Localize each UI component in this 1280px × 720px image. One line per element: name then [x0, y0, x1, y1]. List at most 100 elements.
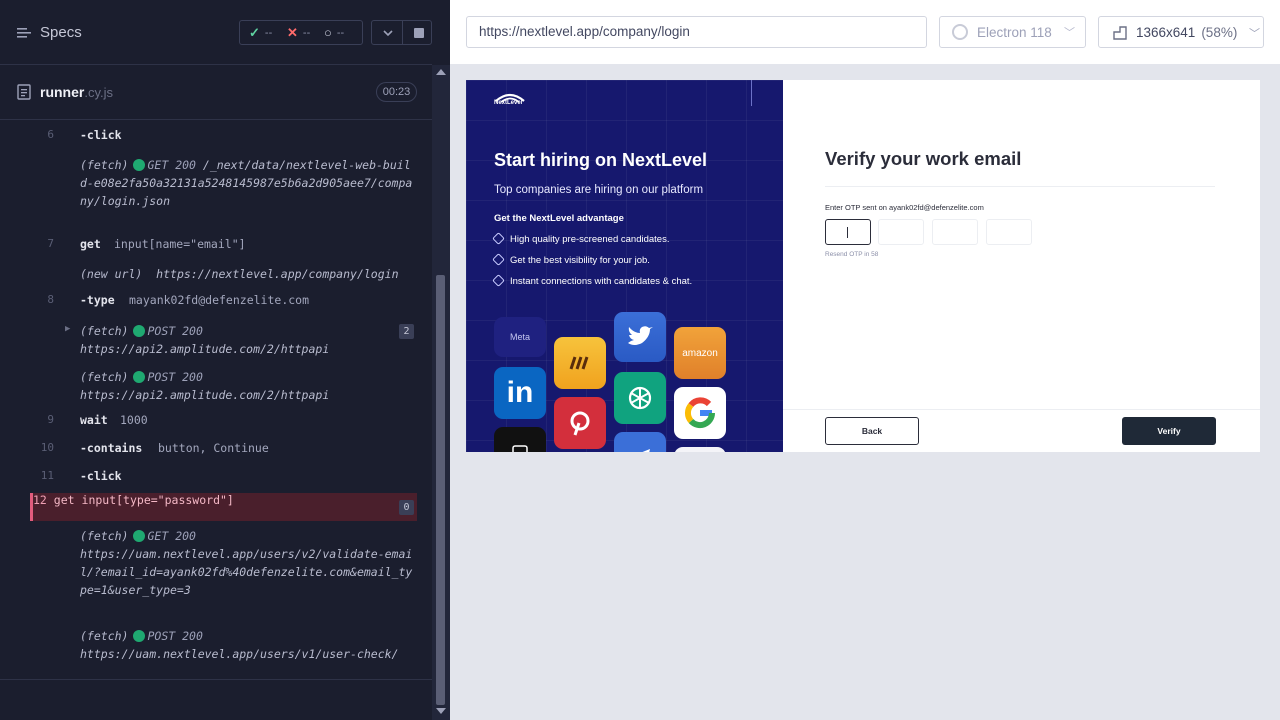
twitter-logo-icon [614, 312, 666, 362]
command-number: 7 [47, 237, 54, 250]
check-diamond-icon [492, 274, 505, 287]
run-controls [371, 20, 432, 45]
amazon-logo-icon: amazon [674, 327, 726, 379]
status-dot-icon [133, 371, 146, 383]
status-dot-icon [133, 325, 146, 337]
otp-digit-4[interactable] [986, 219, 1032, 245]
divider [825, 186, 1215, 187]
command-log-scrollbar[interactable] [432, 65, 450, 720]
command-name: -type [80, 293, 115, 307]
command-name: wait [80, 413, 108, 427]
spinner-icon: ○ [324, 25, 332, 40]
fetch-log: (fetch) GET 200 /_next/data/nextlevel-web… [80, 158, 413, 208]
aut-url-bar[interactable]: https://nextlevel.app/company/login [466, 16, 927, 48]
command-number: 11 [40, 469, 54, 482]
viewport-selector[interactable]: 1366x641 (58%) ﹀ [1098, 16, 1264, 48]
decorative-line [751, 80, 752, 106]
command-row[interactable]: 9 wait 1000 [30, 413, 417, 433]
fetch-log: (fetch) POST 200 https://api2.amplitude.co… [80, 324, 330, 356]
perk-item: High quality pre-screened candidates. [492, 232, 669, 245]
scrollbar-thumb[interactable] [436, 275, 445, 705]
file-icon [17, 84, 31, 100]
back-button[interactable]: Back [825, 417, 919, 445]
aut-preview: https://nextlevel.app/company/login Elec… [450, 0, 1280, 720]
command-row[interactable]: (fetch) POST 200 https://uam.nextlevel.app… [30, 627, 417, 665]
stop-icon[interactable] [414, 28, 424, 38]
command-name: -click [80, 128, 122, 142]
chevron-down-icon: ﹀ [1064, 27, 1075, 39]
spec-file-bar: runner.cy.js 00:23 [0, 65, 432, 120]
chevron-down-icon: ﹀ [1249, 28, 1260, 40]
new-url-log: (new url) https://nextlevel.app/company/… [80, 267, 399, 281]
otp-digit-2[interactable] [878, 219, 924, 245]
hero-title: Start hiring on NextLevel [494, 150, 708, 170]
test-stats: ✓ -- ✕ -- ○ -- [239, 20, 363, 45]
specs-label[interactable]: Specs [40, 24, 82, 41]
aut-iframe: NextLevel Start hiring on NextLevel Top … [466, 80, 1260, 452]
hero-subtitle: Top companies are hiring on our platform [494, 184, 704, 196]
command-message: 1000 [120, 413, 148, 427]
fetch-log: (fetch) GET 200 https://uam.nextlevel.app/… [80, 529, 413, 597]
google-logo-icon [674, 387, 726, 439]
verify-button[interactable]: Verify [1122, 417, 1216, 445]
status-dot-icon [133, 630, 146, 642]
command-row[interactable]: 7 get input[name="email"] [30, 237, 417, 257]
fetch-log: (fetch) POST 200 https://api2.amplitude.co… [80, 370, 330, 402]
linkedin-logo-icon: in [494, 367, 546, 419]
zoho-logo-icon [554, 337, 606, 389]
command-number: 9 [47, 413, 54, 426]
perk-item: Get the best visibility for your job. [492, 253, 650, 266]
viewport-size: 1366x641 (58%) [1136, 25, 1238, 40]
ruler-icon [1113, 26, 1127, 40]
hero-panel: NextLevel Start hiring on NextLevel Top … [466, 80, 783, 452]
command-row[interactable]: 10 -contains button, Continue [30, 441, 417, 461]
command-row[interactable]: (new url) https://nextlevel.app/company/… [30, 265, 417, 285]
fetch-log: (fetch) POST 200 https://uam.nextlevel.app… [80, 629, 399, 661]
duration-badge: 00:23 [376, 82, 417, 102]
command-message: input[name="email"] [114, 237, 246, 251]
command-row[interactable]: 8 -type mayank02fd@defenzelite.com [30, 293, 417, 313]
chevron-down-icon[interactable] [380, 25, 396, 41]
passed-stat: ✓ -- [249, 25, 273, 40]
command-name: get [53, 493, 75, 507]
verify-email-form: Verify your work email Enter OTP sent on… [783, 80, 1260, 452]
command-number: 6 [47, 128, 54, 141]
check-diamond-icon [492, 253, 505, 266]
specs-list-icon[interactable] [17, 26, 31, 40]
command-name: -contains [80, 441, 143, 455]
spec-file-ext: .cy.js [84, 85, 113, 100]
count-badge: 2 [399, 324, 414, 339]
expand-caret-icon[interactable]: ▶ [65, 324, 70, 334]
spec-file-name[interactable]: runner.cy.js [40, 84, 113, 100]
check-icon: ✓ [249, 25, 260, 40]
command-row[interactable]: ▶ (fetch) POST 200 https://api2.amplitude.… [30, 322, 417, 360]
telegram-logo-icon [614, 432, 666, 452]
command-log: 6 -click (fetch) GET 200 /_next/data/next… [30, 120, 417, 666]
electron-icon [952, 24, 968, 40]
command-row[interactable]: (fetch) GET 200 /_next/data/nextlevel-web… [30, 156, 417, 228]
scroll-down-icon[interactable] [436, 708, 446, 714]
browser-selector[interactable]: Electron 118 ﹀ [939, 16, 1086, 48]
otp-digit-3[interactable] [932, 219, 978, 245]
command-row[interactable]: 6 -click [30, 128, 417, 148]
pending-stat: ○ -- [324, 25, 345, 40]
command-row[interactable]: (fetch) GET 200 https://uam.nextlevel.app/… [30, 527, 417, 602]
app-logo-icon [494, 427, 546, 452]
otp-digit-1[interactable] [825, 219, 871, 245]
reporter-panel: Specs ✓ -- ✕ -- ○ -- runner.cy.js 00:23 … [0, 0, 450, 720]
command-row[interactable]: 11 -click [30, 469, 417, 489]
form-title: Verify your work email [825, 148, 1022, 169]
cypress-app: Specs ✓ -- ✕ -- ○ -- runner.cy.js 00:23 … [0, 0, 1280, 720]
logo-text: NextLevel [494, 100, 523, 106]
scroll-up-icon[interactable] [436, 69, 446, 75]
command-number: 12 [33, 493, 47, 507]
command-message: button, Continue [158, 441, 269, 455]
text-cursor [847, 227, 848, 238]
reporter-header: Specs ✓ -- ✕ -- ○ -- [0, 0, 432, 65]
command-name: -click [80, 469, 122, 483]
command-row[interactable]: (fetch) POST 200 https://api2.amplitude.co… [30, 368, 417, 406]
active-command-row[interactable]: 12 get input[type="password"] 0 [30, 493, 417, 521]
failed-stat: ✕ -- [287, 25, 311, 40]
status-dot-icon [133, 159, 146, 171]
command-name: get [80, 237, 101, 251]
